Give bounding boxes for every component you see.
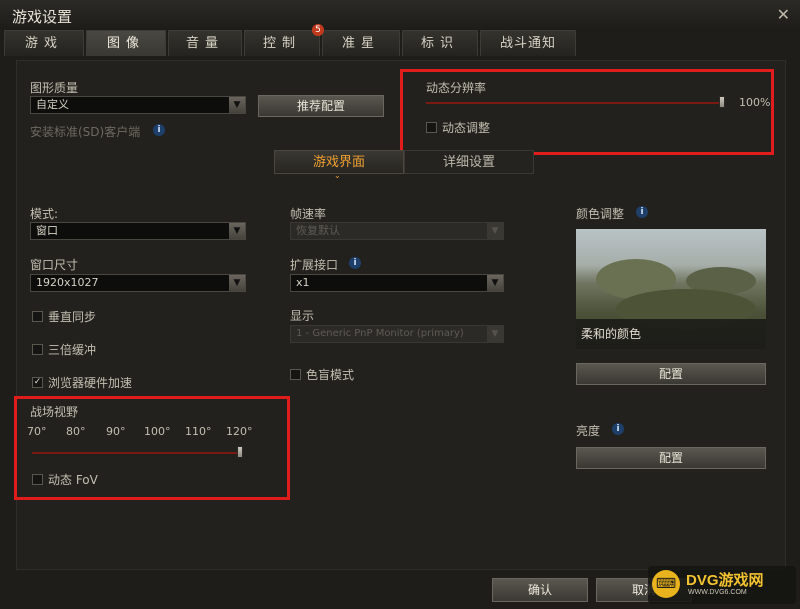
info-icon[interactable]: i: [349, 257, 361, 269]
chevron-down-icon: ▼: [229, 275, 245, 291]
vsync-checkbox[interactable]: [32, 311, 43, 322]
tab-controls[interactable]: 控制: [244, 30, 320, 56]
tab-graphics[interactable]: 图像: [86, 30, 166, 56]
color-config-button[interactable]: 配置: [576, 363, 766, 385]
notification-badge: 5: [312, 24, 324, 36]
watermark-url: WWW.DVG6.COM: [688, 589, 747, 596]
extension-label: 扩展接口: [290, 258, 339, 272]
mode-value: 窗口: [36, 224, 58, 237]
chevron-down-icon: ▼: [229, 223, 245, 239]
tab-markers[interactable]: 标识: [402, 30, 478, 56]
mode-label: 模式:: [30, 207, 59, 221]
sd-client-label[interactable]: 安装标准(SD)客户端: [30, 123, 140, 140]
chevron-down-icon: ▼: [229, 97, 245, 113]
ok-button[interactable]: 确认: [492, 578, 588, 602]
vsync-label: 垂直同步: [48, 310, 97, 324]
chevron-down-icon: ⌄: [334, 171, 341, 180]
tab-bar: 游戏 图像 音量 控制 准星 标识 战斗通知: [4, 30, 796, 56]
window-size-value: 1920x1027: [36, 276, 99, 289]
window-size-label: 窗口尺寸: [30, 258, 79, 272]
display-select: 1 - Generic PnP Monitor (primary) ▼: [290, 325, 504, 343]
info-icon[interactable]: i: [153, 124, 165, 136]
color-preview-image: 柔和的颜色: [576, 229, 766, 349]
color-preset-label: 柔和的颜色: [576, 319, 766, 349]
triple-buffer-label: 三倍缓冲: [48, 343, 97, 357]
browser-hw-checkbox[interactable]: ✓: [32, 377, 43, 388]
color-adjust-label: 颜色调整: [576, 207, 625, 221]
gamepad-icon: ⌨: [652, 570, 680, 598]
highlight-box-resolution: [400, 69, 774, 155]
fps-select: 恢复默认 ▼: [290, 222, 504, 240]
browser-hw-label: 浏览器硬件加速: [48, 376, 133, 390]
triple-buffer-checkbox[interactable]: [32, 344, 43, 355]
watermark-text: DVG游戏网: [686, 572, 764, 589]
tab-game[interactable]: 游戏: [4, 30, 84, 56]
colorblind-label: 色盲模式: [306, 368, 355, 382]
display-label: 显示: [290, 309, 315, 323]
tab-battle-notifications[interactable]: 战斗通知: [480, 30, 576, 56]
watermark: ⌨ DVG游戏网 WWW.DVG6.COM: [648, 566, 796, 604]
brightness-label: 亮度: [576, 424, 601, 438]
settings-window: 游戏设置 ✕ 游戏 图像 音量 控制 准星 标识 战斗通知 5 图形质量 自定义…: [0, 0, 800, 609]
recommend-button[interactable]: 推荐配置: [258, 95, 384, 117]
subtab-advanced[interactable]: 详细设置: [404, 150, 534, 174]
title-bar: 游戏设置 ✕: [0, 0, 800, 32]
highlight-box-fov: [14, 396, 290, 500]
info-icon[interactable]: i: [612, 423, 624, 435]
chevron-down-icon: ▼: [487, 326, 503, 342]
window-title: 游戏设置: [12, 8, 73, 26]
extension-value: x1: [296, 276, 310, 289]
window-size-select[interactable]: 1920x1027 ▼: [30, 274, 246, 292]
info-icon[interactable]: i: [636, 206, 648, 218]
chevron-down-icon: ▼: [487, 223, 503, 239]
display-value: 1 - Generic PnP Monitor (primary): [296, 328, 464, 339]
tab-sound[interactable]: 音量: [168, 30, 242, 56]
extension-select[interactable]: x1 ▼: [290, 274, 504, 292]
brightness-config-button[interactable]: 配置: [576, 447, 766, 469]
fps-value: 恢复默认: [296, 224, 340, 237]
tab-crosshair[interactable]: 准星: [322, 30, 400, 56]
fps-label: 帧速率: [290, 207, 327, 221]
quality-value: 自定义: [36, 98, 69, 111]
close-icon[interactable]: ✕: [777, 5, 790, 24]
quality-label: 图形质量: [30, 81, 79, 95]
colorblind-checkbox[interactable]: [290, 369, 301, 380]
chevron-down-icon: ▼: [487, 275, 503, 291]
quality-select[interactable]: 自定义 ▼: [30, 96, 246, 114]
mode-select[interactable]: 窗口 ▼: [30, 222, 246, 240]
